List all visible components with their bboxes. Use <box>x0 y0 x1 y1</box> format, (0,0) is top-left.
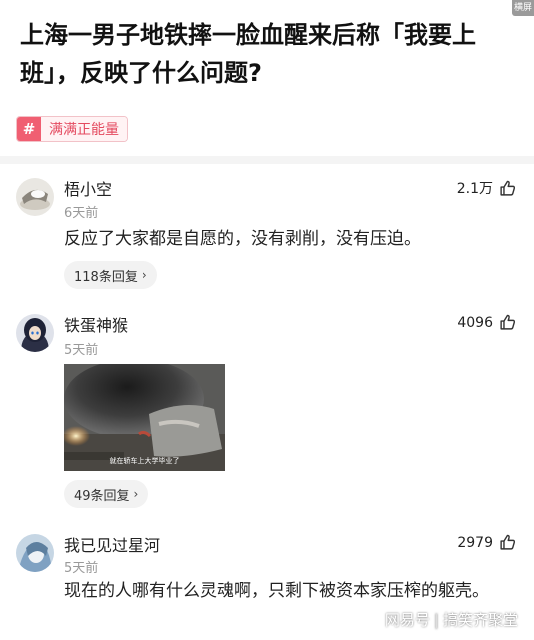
thumbs-up-icon <box>500 534 516 550</box>
watermark-separator: | <box>433 610 439 629</box>
watermark-source: 网易号 <box>384 611 430 629</box>
landscape-badge[interactable]: 横屏 <box>512 0 534 16</box>
like-count: 4096 <box>457 314 493 331</box>
replies-button[interactable]: 118条回复 › <box>64 261 157 289</box>
comment-username[interactable]: 梧小空 <box>64 176 112 200</box>
chevron-right-icon: › <box>133 487 139 501</box>
like-count: 2979 <box>457 534 493 551</box>
replies-count: 49条回复 <box>74 488 130 504</box>
like-count: 2.1万 <box>456 181 493 197</box>
comment-username[interactable]: 我已见过星河 <box>64 532 160 556</box>
comment-text: 反应了大家都是自愿的，没有剥削，没有压迫。 <box>64 229 421 249</box>
article-title: 上海一男子地铁摔一脸血醒来后称「我要上班」，反映了什么问题? <box>20 21 476 87</box>
chevron-right-icon: › <box>141 268 147 282</box>
comment-image[interactable]: 就在轿车上大学毕业了 <box>64 364 225 471</box>
comment-text: 现在的人哪有什么灵魂啊，只剩下被资本家压榨的躯壳。 <box>64 581 489 601</box>
like-button[interactable]: 2.1万 <box>457 178 516 198</box>
thumbs-up-icon <box>500 314 516 330</box>
comment-time: 5天前 <box>64 343 99 358</box>
section-divider <box>0 156 534 164</box>
comment-time: 6天前 <box>64 206 99 221</box>
topic-label: 满满正能量 <box>41 117 127 141</box>
comment-time: 5天前 <box>64 561 99 576</box>
like-button[interactable]: 2979 <box>457 534 516 551</box>
thumbs-up-icon <box>500 180 516 196</box>
replies-button[interactable]: 49条回复 › <box>64 480 149 508</box>
like-button[interactable]: 4096 <box>457 314 516 331</box>
comment-username[interactable]: 铁蛋神猴 <box>64 312 128 336</box>
avatar[interactable] <box>16 178 54 216</box>
watermark: 网易号 | 搞笑齐聚堂 <box>385 609 518 630</box>
avatar[interactable] <box>16 534 54 572</box>
watermark-account: 搞笑齐聚堂 <box>442 611 518 629</box>
topic-tag[interactable]: # 满满正能量 <box>16 116 128 142</box>
replies-count: 118条回复 <box>74 269 138 285</box>
hash-icon: # <box>17 117 41 141</box>
image-caption: 就在轿车上大学毕业了 <box>109 457 180 465</box>
avatar[interactable] <box>16 314 54 352</box>
